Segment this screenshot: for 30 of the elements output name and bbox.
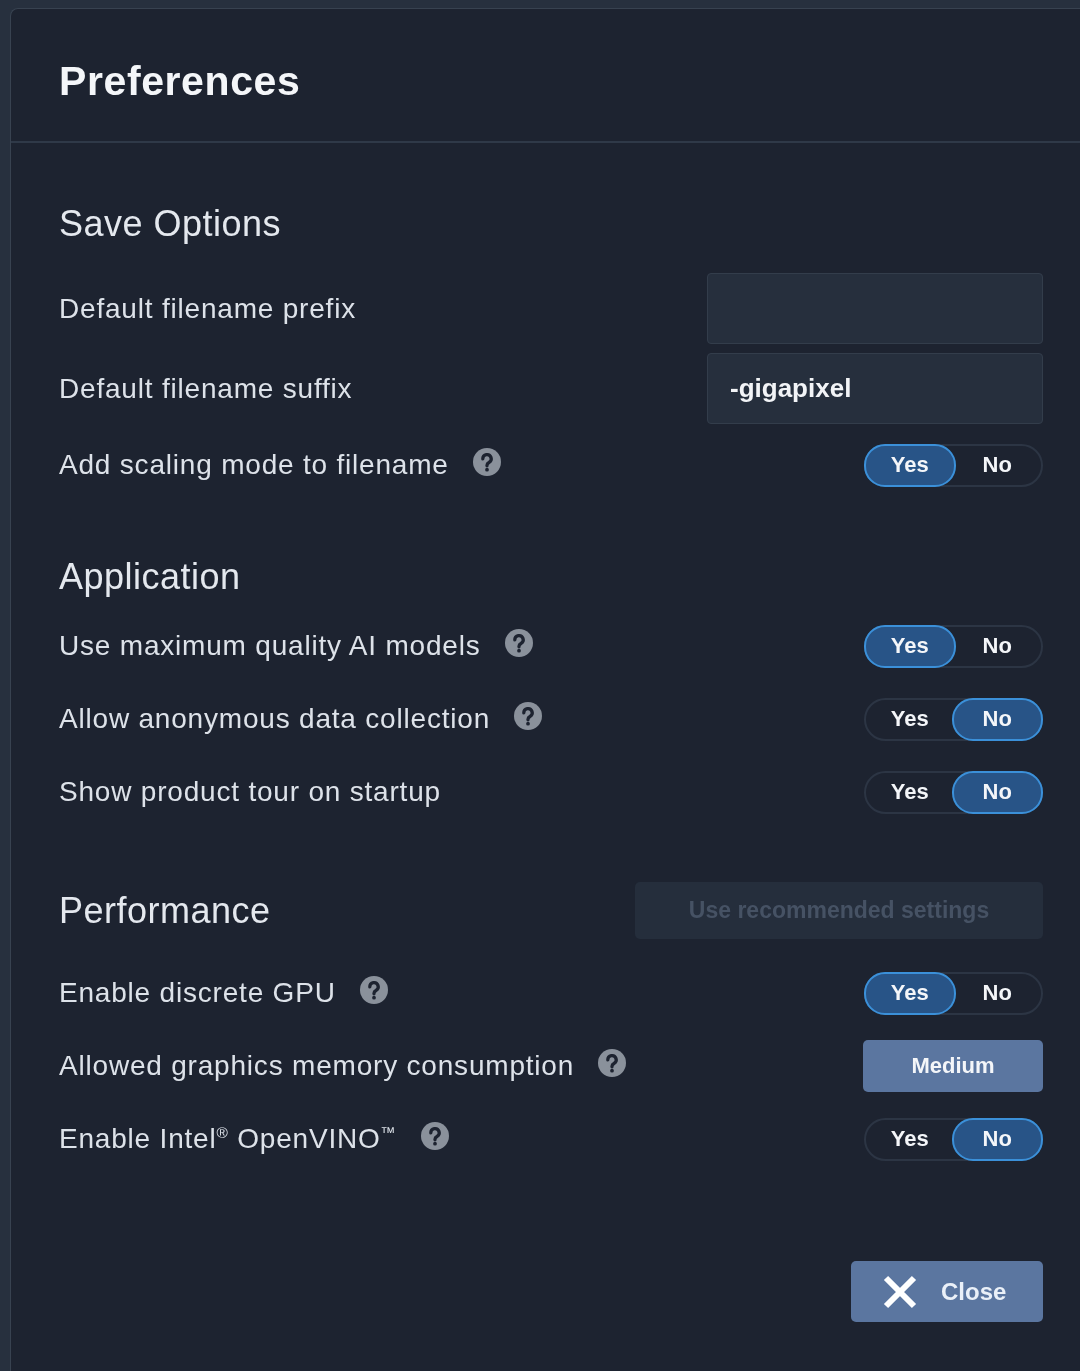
dialog-title: Preferences <box>59 57 301 105</box>
toggle-option[interactable]: Yes <box>864 971 956 1015</box>
help-icon[interactable] <box>514 702 543 730</box>
toggle-option[interactable]: No <box>951 770 1043 814</box>
setting-label: Allow anonymous data collection <box>59 703 491 735</box>
section-heading: Application <box>59 555 241 599</box>
section-heading: Performance <box>59 888 271 933</box>
setting-label: Default filename suffix <box>59 372 353 405</box>
setting-label: Enable Intel$^{®}$ OpenVINO$^{™}$ <box>59 1123 397 1155</box>
help-icon[interactable] <box>598 1049 627 1077</box>
help-icon[interactable] <box>472 448 501 476</box>
setting-label: Use maximum quality AI models <box>59 630 481 662</box>
setting-label: Show product tour on startup <box>59 776 441 808</box>
toggle-option[interactable]: No <box>951 1117 1043 1161</box>
toggle-option[interactable]: Yes <box>864 443 956 487</box>
close-button[interactable]: Close <box>851 1261 1043 1322</box>
help-icon[interactable] <box>504 629 533 657</box>
setting-label: Allowed graphics memory consumption <box>59 1050 575 1082</box>
section-heading: Save Options <box>59 202 282 246</box>
dropdown-button[interactable]: Medium <box>863 1040 1043 1092</box>
setting-label: Enable discrete GPU <box>59 977 336 1009</box>
help-icon[interactable] <box>359 976 388 1004</box>
setting-label: Add scaling mode to filename <box>59 449 449 481</box>
close-icon <box>883 1274 917 1309</box>
help-icon[interactable] <box>420 1122 449 1150</box>
setting-label: Default filename prefix <box>59 292 356 325</box>
text-field[interactable]: -gigapixel <box>707 353 1043 424</box>
text-field[interactable] <box>707 273 1043 344</box>
toggle-option[interactable]: Yes <box>864 624 956 668</box>
toggle-option[interactable]: No <box>951 697 1043 741</box>
